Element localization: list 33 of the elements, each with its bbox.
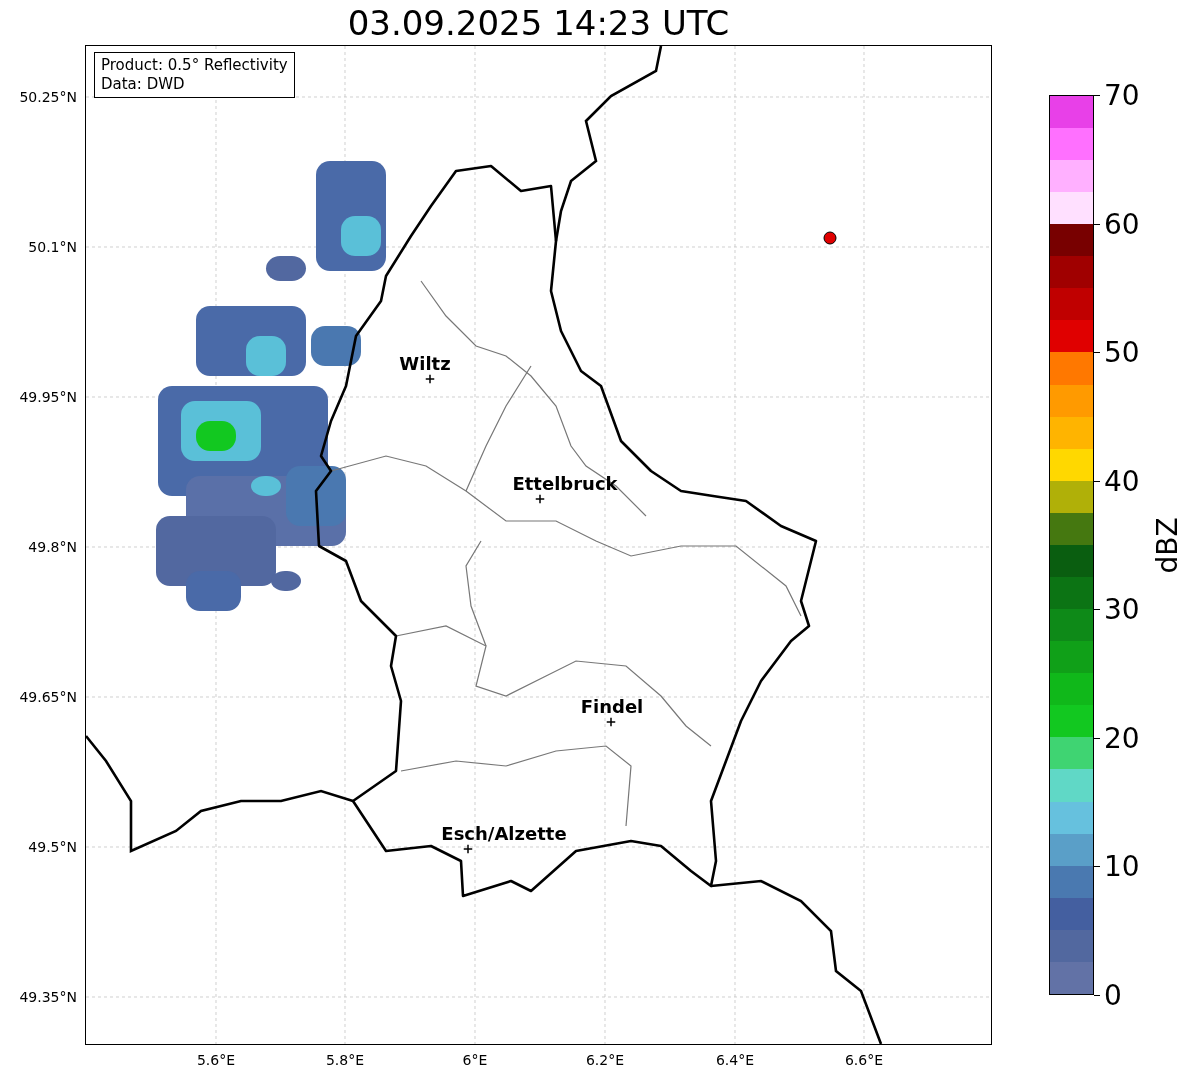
city-marker-icon: [535, 494, 545, 504]
latitude-label: 49.95°N: [19, 389, 77, 405]
scale-tick-label: 0: [1104, 978, 1122, 1012]
info-text: Data: DWD: [101, 75, 186, 94]
city-marker-icon: [606, 717, 616, 727]
longitude-label: 5.6°E: [196, 1052, 236, 1068]
latitude-label: 49.65°N: [19, 689, 77, 705]
scale-tick-label: 60: [1104, 207, 1140, 241]
latitude-label: 49.35°N: [19, 989, 77, 1005]
city-label: Wiltz: [399, 352, 451, 374]
chart-title: 03.09.2025 14:23 UTC: [346, 1, 731, 45]
longitude-label: 6.2°E: [585, 1052, 625, 1068]
scale-tick-label: 50: [1104, 335, 1140, 369]
longitude-label: 6.6°E: [844, 1052, 884, 1068]
scale-unit-label: dBZ: [1150, 516, 1184, 574]
scale-tick-label: 40: [1104, 464, 1140, 498]
city-label: Findel: [580, 695, 644, 717]
latitude-label: 50.1°N: [28, 239, 77, 255]
scale-tick-label: 70: [1104, 78, 1140, 112]
latitude-label: 49.8°N: [28, 539, 77, 555]
info-text: Product: 0.5° Reflectivity: [101, 56, 288, 75]
city-marker-icon: [425, 374, 435, 384]
latitude-label: 50.25°N: [19, 89, 77, 105]
longitude-label: 6.4°E: [715, 1052, 755, 1068]
scale-tick-label: 30: [1104, 592, 1140, 626]
longitude-label: 5.8°E: [325, 1052, 365, 1068]
city-label: Esch/Alzette: [441, 822, 567, 844]
scale-tick-label: 10: [1104, 849, 1140, 883]
latitude-label: 49.5°N: [28, 839, 77, 855]
longitude-label: 6°E: [462, 1052, 488, 1068]
city-label: Ettelbruck: [512, 472, 618, 494]
city-marker-icon: [463, 844, 473, 854]
scale-tick-label: 20: [1104, 721, 1140, 755]
